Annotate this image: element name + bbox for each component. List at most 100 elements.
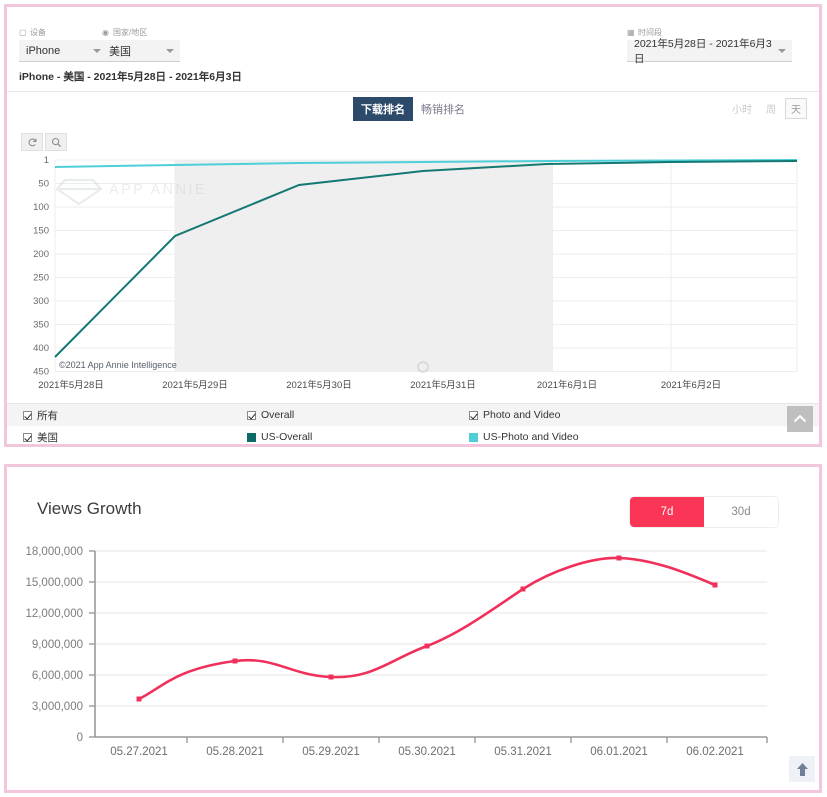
rank-xtick: 2021年6月1日 [537, 379, 597, 391]
views-xtick: 05.30.2021 [398, 746, 456, 758]
legend-row: 所有 Overall Photo and Video [7, 404, 819, 426]
collapse-legend-button[interactable] [787, 406, 813, 432]
rank-tabs: 下载排名 畅销排名 [353, 97, 473, 121]
reset-zoom-button[interactable] [21, 133, 43, 151]
rank-xtick: 2021年5月31日 [410, 379, 475, 391]
zoom-select-icon [51, 137, 62, 148]
views-xtick: 06.02.2021 [686, 746, 744, 758]
granularity-week[interactable]: 周 [761, 99, 781, 118]
globe-icon: ◉ [102, 29, 110, 37]
date-range-value: 2021年5月28日 - 2021年6月3日 [634, 36, 778, 66]
granularity-hour[interactable]: 小时 [727, 99, 757, 118]
swatch-us-photo-and-video [469, 433, 478, 442]
views-xtick: 05.29.2021 [302, 746, 360, 758]
views-growth-title: Views Growth [37, 499, 142, 519]
checkbox-all[interactable] [23, 411, 32, 420]
data-point [713, 583, 718, 588]
date-range-select[interactable]: 2021年5月28日 - 2021年6月3日 [627, 40, 792, 62]
views-xtick: 05.28.2021 [206, 746, 264, 758]
checkbox-photo-and-video[interactable] [469, 411, 478, 420]
legend-label-us: 美国 [37, 430, 58, 445]
legend-item-us-overall[interactable]: US-Overall [247, 431, 469, 443]
views-x-axis-labels: 05.27.2021 05.28.2021 05.29.2021 05.30.2… [110, 746, 744, 758]
device-filter: ▢ 设备 iPhone [19, 27, 107, 62]
views-xtick: 05.31.2021 [494, 746, 552, 758]
rank-ytick: 450 [33, 367, 49, 378]
rank-x-axis-labels: 2021年5月28日 2021年5月29日 2021年5月30日 2021年5月… [38, 379, 721, 391]
chevron-down-icon [166, 49, 174, 53]
series-views [139, 558, 715, 699]
period-filter: ▦ 时间段 2021年5月28日 - 2021年6月3日 [627, 27, 792, 62]
views-data-points [137, 556, 718, 702]
tab-download-rank[interactable]: 下载排名 [353, 97, 413, 121]
legend-label-photo-and-video: Photo and Video [483, 409, 560, 421]
rank-xtick: 2021年5月28日 [38, 379, 103, 391]
filters-bar: ▢ 设备 iPhone ◉ 国家/地区 美国 ▦ 时间段 [7, 7, 819, 69]
views-xtick: 05.27.2021 [110, 746, 168, 758]
country-filter: ◉ 国家/地区 美国 [102, 27, 180, 62]
zoom-select-button[interactable] [45, 133, 67, 151]
chevron-down-icon [93, 49, 101, 53]
views-ytick: 6,000,000 [32, 670, 83, 682]
device-filter-label: ▢ 设备 [19, 27, 107, 38]
breadcrumb: iPhone - 美国 - 2021年5月28日 - 2021年6月3日 [19, 69, 242, 84]
views-growth-panel: Views Growth 7d 30d 18,000 [4, 464, 822, 793]
rank-ytick: 300 [33, 296, 49, 307]
data-point [233, 659, 238, 664]
legend-label-all: 所有 [37, 408, 58, 423]
rank-xtick: 2021年6月2日 [661, 379, 721, 391]
device-label-text: 设备 [30, 27, 46, 38]
scroll-to-top-button[interactable] [789, 756, 815, 782]
device-select[interactable]: iPhone [19, 40, 107, 62]
granularity-day[interactable]: 天 [785, 98, 807, 119]
arrow-up-icon [796, 762, 809, 777]
chart-toolbar [21, 133, 67, 151]
chart-selection-region [175, 160, 553, 372]
legend-bar: 所有 Overall Photo and Video 美国 US-Overall [7, 403, 819, 444]
rank-ytick: 50 [38, 179, 49, 190]
tabs-row: 下载排名 畅销排名 小时 周 天 [7, 97, 819, 123]
divider [7, 91, 819, 92]
chevron-up-icon [793, 414, 807, 424]
range-30d[interactable]: 30d [704, 497, 778, 527]
views-ytick: 12,000,000 [25, 608, 83, 620]
views-ytick: 15,000,000 [25, 577, 83, 589]
x-tick-marks [187, 737, 767, 743]
views-y-axis-labels: 18,000,000 15,000,000 12,000,000 9,000,0… [25, 546, 83, 744]
rank-ytick: 350 [33, 320, 49, 331]
country-select[interactable]: 美国 [102, 40, 180, 62]
checkbox-overall[interactable] [247, 411, 256, 420]
copyright-text: ©2021 App Annie Intelligence [59, 360, 177, 370]
data-point [617, 556, 622, 561]
legend-item-overall[interactable]: Overall [247, 409, 469, 421]
rank-chart: 1 50 100 150 200 250 300 350 400 450 APP… [7, 152, 825, 397]
rank-ytick: 400 [33, 343, 49, 354]
granularity-toggle: 小时 周 天 [727, 98, 807, 119]
data-point [521, 587, 526, 592]
country-select-value: 美国 [109, 43, 131, 59]
rank-ytick: 250 [33, 273, 49, 284]
rank-panel: ▢ 设备 iPhone ◉ 国家/地区 美国 ▦ 时间段 [4, 4, 822, 447]
legend-label-us-overall: US-Overall [261, 431, 312, 443]
rank-y-axis-labels: 1 50 100 150 200 250 300 350 400 450 [33, 155, 49, 378]
watermark-text: APP ANNIE [109, 182, 207, 198]
legend-item-all[interactable]: 所有 [7, 408, 247, 423]
rank-ytick: 200 [33, 249, 49, 260]
views-xtick: 06.01.2021 [590, 746, 648, 758]
tab-grossing-rank[interactable]: 畅销排名 [413, 97, 473, 121]
legend-row: 美国 US-Overall US-Photo and Video [7, 426, 819, 448]
data-point [137, 697, 142, 702]
data-point [329, 675, 334, 680]
swatch-us-overall [247, 433, 256, 442]
legend-item-photo-and-video[interactable]: Photo and Video [469, 409, 769, 421]
country-label-text: 国家/地区 [113, 27, 147, 38]
country-filter-label: ◉ 国家/地区 [102, 27, 180, 38]
y-tick-marks [89, 551, 95, 737]
range-7d[interactable]: 7d [630, 497, 704, 527]
data-point [425, 644, 430, 649]
views-ytick: 3,000,000 [32, 701, 83, 713]
legend-item-us-photo-and-video[interactable]: US-Photo and Video [469, 431, 769, 443]
checkbox-us[interactable] [23, 433, 32, 442]
reset-zoom-icon [27, 137, 38, 148]
legend-item-us[interactable]: 美国 [7, 430, 247, 445]
